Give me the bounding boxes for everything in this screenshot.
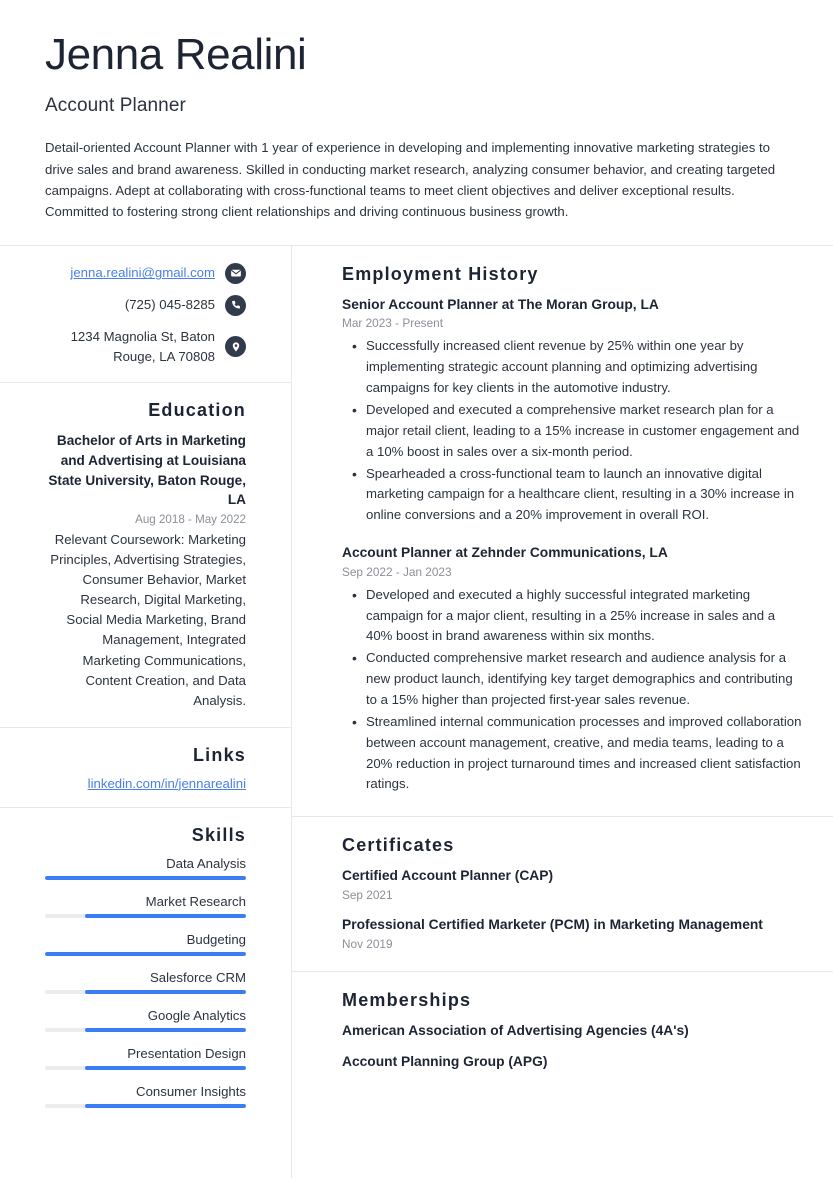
certificate-date: Sep 2021 bbox=[342, 887, 393, 902]
job-bullet: Conducted comprehensive market research … bbox=[352, 647, 803, 711]
location-pin-icon bbox=[225, 336, 246, 358]
job-entry: Senior Account Planner at The Moran Grou… bbox=[342, 296, 803, 526]
professional-summary: Detail-oriented Account Planner with 1 y… bbox=[45, 140, 776, 220]
certificate-name: Certified Account Planner (CAP) bbox=[342, 868, 554, 884]
sidebar: jenna.realini@gmail.com (725) 045-8285 1… bbox=[0, 245, 292, 1178]
contact-email-row[interactable]: jenna.realini@gmail.com bbox=[45, 262, 246, 284]
jobs-list: Senior Account Planner at The Moran Grou… bbox=[342, 296, 803, 796]
certificates-section: Certificates Certified Account Planner (… bbox=[292, 817, 833, 972]
job-entry: Account Planner at Zehnder Communication… bbox=[342, 544, 803, 795]
skill-level-fill bbox=[85, 989, 246, 994]
resume-page: Jenna Realini Account Planner Detail-ori… bbox=[0, 0, 833, 1178]
skill-level-fill bbox=[45, 875, 246, 880]
skill-item: Market Research bbox=[45, 894, 246, 918]
employment-history-section: Employment History Senior Account Planne… bbox=[292, 246, 833, 818]
contact-address-text: 1234 Magnolia St, Baton Rouge, LA 70808 bbox=[70, 328, 215, 364]
envelope-icon bbox=[225, 262, 246, 284]
membership-entry: Account Planning Group (APG) bbox=[342, 1054, 548, 1070]
education-date: Aug 2018 - May 2022 bbox=[135, 513, 246, 527]
skill-level-track bbox=[45, 913, 246, 918]
job-bullet-list: Developed and executed a highly successf… bbox=[342, 584, 803, 796]
skills-heading: Skills bbox=[191, 824, 246, 845]
memberships-heading: Memberships bbox=[342, 989, 472, 1010]
skill-level-track bbox=[45, 1103, 246, 1108]
skill-level-fill bbox=[85, 1103, 246, 1108]
skill-label: Market Research bbox=[145, 893, 246, 909]
certificate-entry: Certified Account Planner (CAP) Sep 2021 bbox=[342, 867, 803, 902]
contact-address-row[interactable]: 1234 Magnolia St, Baton Rouge, LA 70808 bbox=[45, 327, 246, 367]
job-heading: Account Planner at Zehnder Communication… bbox=[342, 545, 668, 561]
skill-level-track bbox=[45, 951, 246, 956]
job-date: Sep 2022 - Jan 2023 bbox=[342, 564, 452, 579]
resume-body: jenna.realini@gmail.com (725) 045-8285 1… bbox=[0, 245, 833, 1178]
links-heading: Links bbox=[192, 744, 246, 765]
skill-item: Budgeting bbox=[45, 932, 246, 956]
skill-level-track bbox=[45, 1027, 246, 1032]
skills-section: Skills Data Analysis Market Research Budge… bbox=[0, 808, 291, 1126]
links-section: Links linkedin.com/in/jennarealini bbox=[0, 728, 291, 808]
job-heading: Senior Account Planner at The Moran Grou… bbox=[342, 296, 659, 312]
certificates-list: Certified Account Planner (CAP) Sep 2021 P… bbox=[342, 867, 803, 950]
link-linkedin[interactable]: linkedin.com/in/jennarealini bbox=[45, 776, 246, 791]
skill-item: Salesforce CRM bbox=[45, 970, 246, 994]
skill-level-track bbox=[45, 989, 246, 994]
certificates-heading: Certificates bbox=[342, 835, 455, 856]
skills-list: Data Analysis Market Research Budgeting Sal… bbox=[45, 856, 246, 1108]
contact-phone-row[interactable]: (725) 045-8285 bbox=[45, 294, 246, 316]
education-section: Education Bachelor of Arts in Marketing … bbox=[0, 383, 291, 728]
employment-history-heading: Employment History bbox=[342, 263, 539, 284]
job-bullet: Streamlined internal communication proce… bbox=[352, 711, 803, 795]
skill-label: Budgeting bbox=[186, 931, 246, 947]
job-bullet: Developed and executed a comprehensive m… bbox=[352, 399, 803, 463]
skill-level-fill bbox=[45, 951, 246, 956]
skill-label: Salesforce CRM bbox=[149, 969, 246, 985]
education-heading: Education bbox=[148, 400, 246, 421]
contact-section: jenna.realini@gmail.com (725) 045-8285 1… bbox=[0, 246, 291, 384]
skill-label: Data Analysis bbox=[166, 855, 246, 871]
skill-item: Presentation Design bbox=[45, 1046, 246, 1070]
certificate-date: Nov 2019 bbox=[342, 936, 393, 951]
certificate-name: Professional Certified Marketer (PCM) in… bbox=[342, 916, 763, 932]
skill-level-track bbox=[45, 1065, 246, 1070]
main-content: Employment History Senior Account Planne… bbox=[292, 246, 833, 1178]
membership-entry: American Association of Advertising Agen… bbox=[342, 1022, 689, 1038]
skill-label: Consumer Insights bbox=[136, 1083, 246, 1099]
skill-item: Consumer Insights bbox=[45, 1084, 246, 1108]
job-title: Account Planner bbox=[45, 95, 186, 117]
skill-label: Presentation Design bbox=[127, 1045, 246, 1061]
certificate-entry: Professional Certified Marketer (PCM) in… bbox=[342, 916, 803, 951]
skill-level-track bbox=[45, 875, 246, 880]
contact-phone-text: (725) 045-8285 bbox=[124, 297, 215, 313]
skill-level-fill bbox=[85, 1027, 246, 1032]
skill-level-fill bbox=[85, 1065, 246, 1070]
resume-header: Jenna Realini Account Planner Detail-ori… bbox=[0, 0, 833, 245]
skill-item: Data Analysis bbox=[45, 856, 246, 880]
skill-item: Google Analytics bbox=[45, 1008, 246, 1032]
skill-label: Google Analytics bbox=[147, 1007, 246, 1023]
education-degree: Bachelor of Arts in Marketing and Advert… bbox=[48, 433, 246, 508]
contact-email-text[interactable]: jenna.realini@gmail.com bbox=[70, 263, 215, 283]
phone-icon bbox=[225, 294, 246, 316]
job-bullet: Spearheaded a cross-functional team to l… bbox=[352, 463, 803, 527]
page-title: Jenna Realini bbox=[45, 30, 307, 79]
skill-level-fill bbox=[85, 913, 246, 918]
job-date: Mar 2023 - Present bbox=[342, 316, 443, 331]
job-bullet: Developed and executed a highly successf… bbox=[352, 584, 803, 648]
job-bullet: Successfully increased client revenue by… bbox=[352, 335, 803, 399]
job-bullet-list: Successfully increased client revenue by… bbox=[342, 335, 803, 527]
education-description: Relevant Coursework: Marketing Principle… bbox=[50, 532, 246, 708]
memberships-section: Memberships American Association of Adve… bbox=[292, 972, 833, 1092]
memberships-list: American Association of Advertising Agen… bbox=[342, 1022, 803, 1072]
